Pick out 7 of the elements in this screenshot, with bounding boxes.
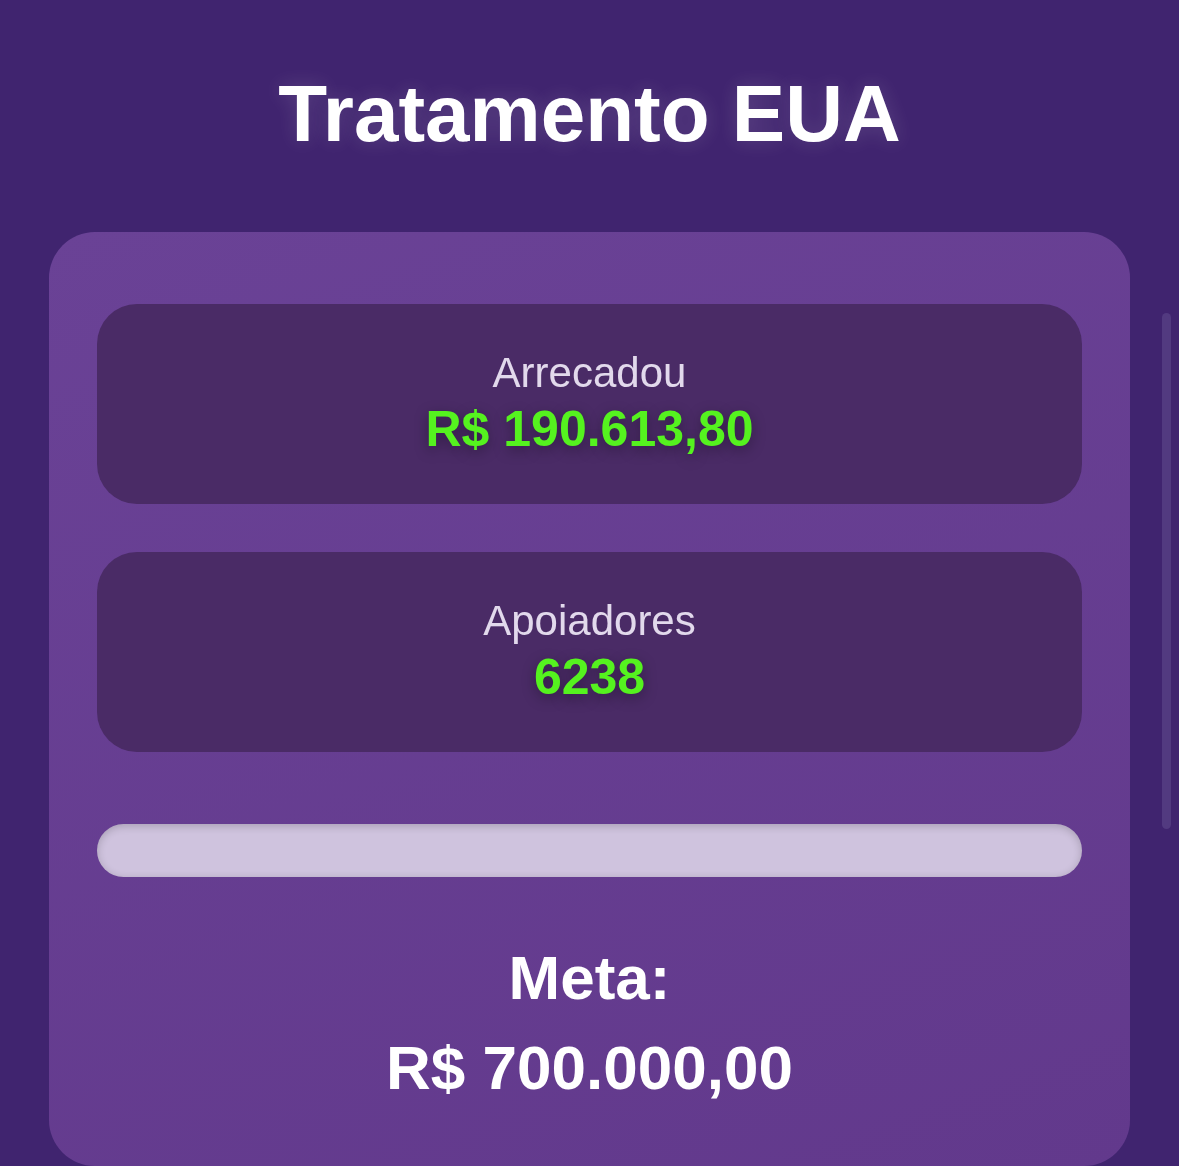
stat-label: Apoiadores xyxy=(483,597,696,646)
goal-value: R$ 700.000,00 xyxy=(386,1032,793,1105)
goal-label: Meta: xyxy=(508,942,671,1014)
stat-value: 6238 xyxy=(533,649,646,707)
stat-value: R$ 190.613,80 xyxy=(425,401,754,459)
page-title: Tratamento EUA xyxy=(278,70,901,158)
stat-label: Arrecadou xyxy=(492,349,687,398)
